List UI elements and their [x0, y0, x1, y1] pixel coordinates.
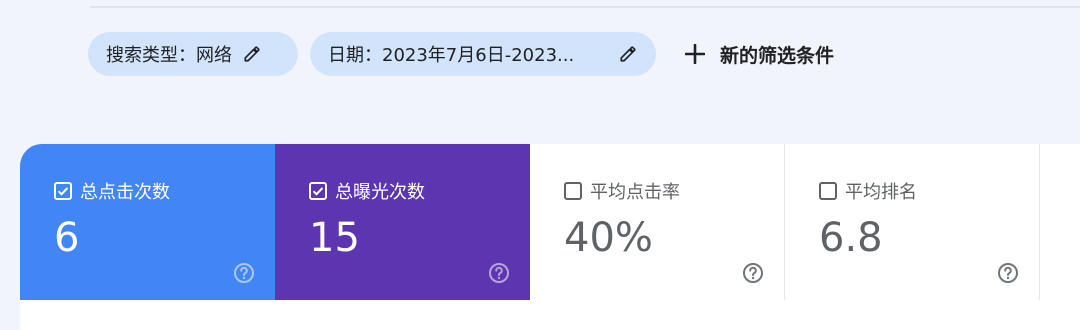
- metrics-row-spacer: [1040, 144, 1080, 300]
- metric-title: 平均排名: [845, 182, 917, 203]
- metric-checkbox-row[interactable]: 总点击次数: [54, 178, 170, 204]
- top-divider: [90, 6, 1080, 8]
- new-filter-label: 新的筛选条件: [720, 44, 835, 67]
- date-filter-chip[interactable]: 日期：2023年7月6日-2023...: [310, 32, 656, 76]
- help-icon[interactable]: [997, 262, 1019, 284]
- metric-card-total-clicks[interactable]: 总点击次数 6: [20, 144, 275, 300]
- help-icon[interactable]: [742, 262, 764, 284]
- pencil-icon[interactable]: [242, 44, 262, 64]
- help-icon[interactable]: [488, 262, 510, 284]
- checkbox-unchecked-icon[interactable]: [819, 182, 837, 200]
- metric-value: 15: [309, 215, 360, 261]
- checkbox-checked-icon[interactable]: [309, 182, 327, 200]
- plus-icon: [684, 43, 706, 65]
- help-icon[interactable]: [233, 262, 255, 284]
- metric-title: 总点击次数: [80, 182, 170, 203]
- pencil-icon[interactable]: [618, 44, 638, 64]
- metric-card-average-position[interactable]: 平均排名 6.8: [785, 144, 1040, 300]
- chart-panel: [20, 300, 1080, 330]
- search-type-filter-chip[interactable]: 搜索类型：网络: [88, 32, 298, 76]
- date-filter-label: 日期：2023年7月6日-2023...: [328, 45, 575, 66]
- metric-value: 6: [54, 215, 80, 261]
- metric-checkbox-row[interactable]: 平均排名: [819, 178, 917, 204]
- checkbox-checked-icon[interactable]: [54, 182, 72, 200]
- metric-title: 总曝光次数: [335, 182, 425, 203]
- search-type-filter-label: 搜索类型：网络: [106, 45, 232, 66]
- filter-bar: 搜索类型：网络 日期：2023年7月6日-2023... 新的筛选条件: [88, 31, 834, 77]
- metric-card-total-impressions[interactable]: 总曝光次数 15: [275, 144, 530, 300]
- metric-value: 6.8: [819, 215, 883, 261]
- metric-value: 40%: [564, 215, 653, 261]
- new-filter-button[interactable]: 新的筛选条件: [684, 32, 834, 76]
- metric-title: 平均点击率: [590, 182, 680, 203]
- checkbox-unchecked-icon[interactable]: [564, 182, 582, 200]
- metric-card-average-ctr[interactable]: 平均点击率 40%: [530, 144, 785, 300]
- metric-checkbox-row[interactable]: 总曝光次数: [309, 178, 425, 204]
- metric-checkbox-row[interactable]: 平均点击率: [564, 178, 680, 204]
